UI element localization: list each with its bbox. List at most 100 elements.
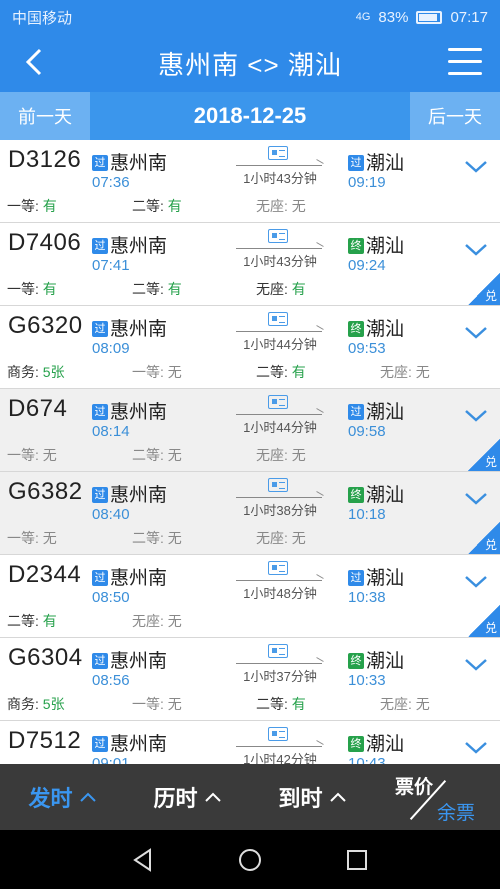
train-code: D3126 [8,146,82,173]
chevron-down-icon [465,659,487,671]
back-button[interactable] [18,44,54,80]
seat-availability: 二等: 有 [132,198,182,214]
sort-arrival-tab[interactable]: 到时 [250,781,375,813]
menu-button[interactable] [448,48,482,76]
station-badge: 过 [92,487,108,503]
departure-time: 08:09 [92,340,130,357]
battery-label: 83% [378,8,409,26]
chevron-down-icon [465,244,487,256]
current-date[interactable]: 2018-12-25 [90,103,410,129]
recents-square-icon[interactable] [344,847,370,873]
arrival-station: 过潮汕 [348,397,404,424]
ticket-icon [268,561,288,575]
duration-block: 1小时42分钟 [234,727,326,764]
expand-button[interactable] [464,652,488,676]
seat-availability: 二等: 有 [132,281,182,297]
expand-button[interactable] [464,486,488,510]
duration: 1小时43分钟 [243,254,317,269]
seat-availability: 无座: 无 [132,613,182,629]
seat-availability: 一等: 无 [7,447,57,463]
expand-button[interactable] [464,403,488,427]
station-badge: 终 [348,321,364,337]
train-row[interactable]: D2344 过惠州南 08:50 1小时48分钟 过潮汕 10:38 二等: 有 无座: 无 兑 [0,555,500,638]
expand-button[interactable] [464,320,488,344]
seat-availability: 无座: 无 [380,696,430,712]
arrow-line [236,331,322,332]
departure-time: 08:50 [92,589,130,606]
station-badge: 过 [92,238,108,254]
departure-station: 过惠州南 [92,480,167,507]
station-badge: 终 [348,653,364,669]
prev-day-button[interactable]: 前一天 [0,92,90,140]
departure-station: 过惠州南 [92,563,167,590]
departure-time: 08:56 [92,672,130,689]
sort-departure-tab[interactable]: 发时 [0,781,125,813]
next-day-button[interactable]: 后一天 [410,92,500,140]
arrival-station: 终潮汕 [348,729,404,756]
arrival-time: 09:53 [348,340,386,357]
arrival-time: 10:38 [348,589,386,606]
expand-button[interactable] [464,154,488,178]
station-badge: 过 [92,321,108,337]
departure-station: 过惠州南 [92,148,167,175]
back-triangle-icon[interactable] [130,847,156,873]
departure-time: 07:41 [92,257,130,274]
duration: 1小时44分钟 [243,337,317,352]
exchange-corner-badge: 兑 [468,605,500,637]
departure-station: 过惠州南 [92,729,167,756]
departure-time: 07:36 [92,174,130,191]
train-row[interactable]: D3126 过惠州南 07:36 1小时43分钟 过潮汕 09:19 一等: 有 二等: 有 无… [0,140,500,223]
departure-station: 过惠州南 [92,397,167,424]
train-row[interactable]: G6320 过惠州南 08:09 1小时44分钟 终潮汕 09:53 商务: 5张 一等: 无… [0,306,500,389]
seat-availability: 二等: 有 [7,613,57,629]
ticket-icon [268,727,288,741]
arrival-station: 过潮汕 [348,563,404,590]
expand-button[interactable] [464,237,488,261]
arrival-station: 终潮汕 [348,480,404,507]
train-code: G6382 [8,478,83,505]
station-badge: 过 [348,155,364,171]
departure-station: 过惠州南 [92,646,167,673]
home-circle-icon[interactable] [237,847,263,873]
seat-availability: 商务: 5张 [7,364,65,380]
arrival-station: 终潮汕 [348,646,404,673]
ticket-icon [268,478,288,492]
date-bar: 前一天 2018-12-25 后一天 [0,92,500,140]
duration-block: 1小时43分钟 [234,229,326,273]
chevron-up-icon [79,792,96,802]
seat-availability: 无座: 有 [256,281,306,297]
train-row[interactable]: D7512 过惠州南 09:01 1小时42分钟 终潮汕 10:43 [0,721,500,764]
seat-availability: 二等: 有 [256,364,306,380]
train-row[interactable]: D7406 过惠州南 07:41 1小时43分钟 终潮汕 09:24 一等: 有 二等: 有 无… [0,223,500,306]
arrival-time: 09:58 [348,423,386,440]
duration: 1小时38分钟 [243,503,317,518]
arrow-line [236,497,322,498]
departure-time: 08:40 [92,506,130,523]
status-bar: 中国移动 4G 83% 07:17 [0,0,500,34]
departure-time: 09:01 [92,755,130,764]
arrival-time: 10:18 [348,506,386,523]
train-code: D674 [8,395,68,422]
system-nav-bar [0,830,500,889]
seat-availability: 无座: 无 [380,364,430,380]
duration-block: 1小时48分钟 [234,561,326,605]
seat-availability: 一等: 有 [7,198,57,214]
duration-block: 1小时43分钟 [234,146,326,190]
train-row[interactable]: G6304 过惠州南 08:56 1小时37分钟 终潮汕 10:33 商务: 5张 一等: 无… [0,638,500,721]
chevron-down-icon [465,161,487,173]
train-list[interactable]: D3126 过惠州南 07:36 1小时43分钟过潮汕 09:19 一等: 有二等: 有无… [0,140,500,764]
station-badge: 过 [348,404,364,420]
ticket-icon [268,395,288,409]
duration-block: 1小时38分钟 [234,478,326,522]
price-label: 票价 [395,777,434,798]
train-row[interactable]: G6382 过惠州南 08:40 1小时38分钟 终潮汕 10:18 一等: 无 二等: 无 无… [0,472,500,555]
battery-icon [416,10,443,24]
sort-duration-tab[interactable]: 历时 [125,781,250,813]
ticket-icon [268,312,288,326]
departure-time: 08:14 [92,423,130,440]
expand-button[interactable] [464,735,488,759]
expand-button[interactable] [464,569,488,593]
train-code: G6304 [8,644,83,671]
train-row[interactable]: D674 过惠州南 08:14 1小时44分钟 过潮汕 09:58 一等: 无 二等: 无 无座… [0,389,500,472]
sort-price-tab[interactable]: 票价 余票 [375,764,500,830]
